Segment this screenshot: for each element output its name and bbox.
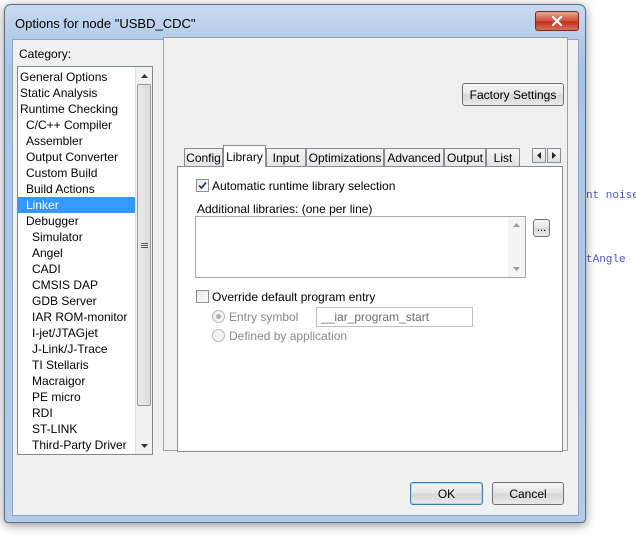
textarea-scrollbar[interactable] [508, 217, 525, 277]
category-list[interactable]: General Options Static Analysis Runtime Ch… [17, 66, 153, 455]
category-item-angel[interactable]: Angel [18, 245, 135, 261]
tab-library[interactable]: Library [223, 145, 266, 167]
chevron-up-icon [513, 223, 520, 227]
close-icon [551, 15, 563, 27]
override-entry-label: Override default program entry [212, 290, 376, 304]
category-item-c-c-compiler[interactable]: C/C++ Compiler [18, 117, 135, 133]
tab-config[interactable]: Config [184, 148, 223, 167]
entry-symbol-label: Entry symbol [229, 310, 299, 324]
category-item-pe-micro[interactable]: PE micro [18, 389, 135, 405]
tab-scroll-left[interactable] [532, 148, 546, 163]
tab-advanced[interactable]: Advanced [384, 148, 444, 167]
scroll-down-arrow[interactable] [136, 437, 152, 454]
browse-libraries-button[interactable]: ... [533, 219, 550, 237]
category-item-output-converter[interactable]: Output Converter [18, 149, 135, 165]
grip-line [141, 243, 148, 244]
cancel-button[interactable]: Cancel [492, 482, 564, 505]
chevron-right-icon [552, 152, 556, 159]
auto-runtime-checkbox[interactable] [196, 179, 209, 192]
category-item-runtime-checking[interactable]: Runtime Checking [18, 101, 135, 117]
tab-list[interactable]: List [486, 148, 520, 167]
entry-symbol-input[interactable]: __iar_program_start [316, 307, 473, 327]
chevron-down-icon [141, 443, 148, 448]
category-item-assembler[interactable]: Assembler [18, 133, 135, 149]
category-item-simulator[interactable]: Simulator [18, 229, 135, 245]
chevron-up-icon [141, 73, 148, 78]
category-item-i-jet-jtagjet[interactable]: I-jet/JTAGjet [18, 325, 135, 341]
dialog-title: Options for node "USBD_CDC" [15, 16, 196, 31]
category-item-general-options[interactable]: General Options [18, 69, 135, 85]
category-item-gdb-server[interactable]: GDB Server [18, 293, 135, 309]
ok-button[interactable]: OK [410, 482, 483, 505]
category-item-j-link-j-trace[interactable]: J-Link/J-Trace [18, 341, 135, 357]
category-item-static-analysis[interactable]: Static Analysis [18, 85, 135, 101]
category-item-build-actions[interactable]: Build Actions [18, 181, 135, 197]
auto-runtime-label: Automatic runtime library selection [212, 179, 396, 193]
category-item-rdi[interactable]: RDI [18, 405, 135, 421]
defined-by-application-radio[interactable] [212, 329, 225, 342]
grip-line [141, 245, 148, 246]
checkmark-icon [198, 181, 207, 190]
category-item-cmsis-dap[interactable]: CMSIS DAP [18, 277, 135, 293]
override-entry-checkbox[interactable] [196, 290, 209, 303]
additional-libraries-label: Additional libraries: (one per line) [197, 202, 373, 216]
category-item-cadi[interactable]: CADI [18, 261, 135, 277]
editor-code-fragment: nt noise [586, 190, 636, 202]
scroll-up-arrow[interactable] [136, 67, 152, 84]
scroll-thumb[interactable] [137, 84, 151, 406]
tab-input[interactable]: Input [266, 148, 306, 167]
category-item-iar-rom-monitor[interactable]: IAR ROM-monitor [18, 309, 135, 325]
tab-optimizations[interactable]: Optimizations [306, 148, 384, 167]
close-button[interactable] [535, 11, 579, 31]
additional-libraries-input[interactable] [195, 216, 526, 278]
grip-line [141, 247, 148, 248]
chevron-down-icon [513, 267, 520, 271]
category-item-third-party-driver[interactable]: Third-Party Driver [18, 437, 135, 453]
tab-scroll-right[interactable] [547, 148, 561, 163]
factory-settings-button[interactable]: Factory Settings [462, 83, 564, 106]
category-item-linker[interactable]: Linker [18, 197, 135, 213]
chevron-left-icon [537, 152, 541, 159]
defined-by-application-label: Defined by application [229, 329, 348, 343]
editor-code-fragment: tAngle [586, 254, 626, 266]
category-item-custom-build[interactable]: Custom Build [18, 165, 135, 181]
category-item-ti-stellaris[interactable]: TI Stellaris [18, 357, 135, 373]
category-item-macraigor[interactable]: Macraigor [18, 373, 135, 389]
category-item-st-link[interactable]: ST-LINK [18, 421, 135, 437]
entry-symbol-radio[interactable] [212, 310, 225, 323]
category-item-debugger[interactable]: Debugger [18, 213, 135, 229]
category-label: Category: [19, 47, 72, 61]
tab-output[interactable]: Output [444, 148, 486, 167]
category-scrollbar[interactable] [135, 67, 152, 454]
